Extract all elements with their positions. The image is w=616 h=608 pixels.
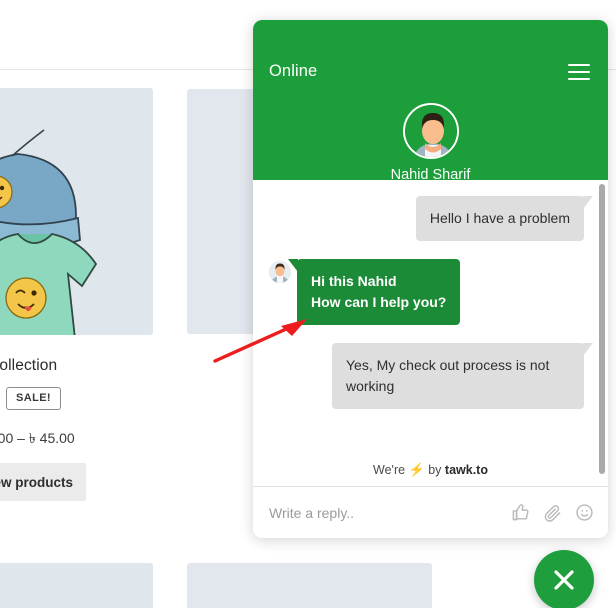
apparel-illustration (0, 88, 153, 335)
chat-message-list: Hello I have a problem Hi this Nahid How… (253, 180, 608, 486)
lightning-bolt-icon: ⚡ (408, 462, 425, 477)
product-title: o Collection (0, 357, 58, 374)
message-bubble: Hello I have a problem (415, 196, 594, 241)
apparel-illustration-2 (0, 563, 153, 608)
chat-status-label: Online (269, 62, 318, 80)
avatar-illustration (404, 105, 457, 157)
message-line-1: Hi this Nahid (311, 273, 397, 289)
product-card-placeholder-2[interactable] (187, 563, 432, 608)
branding-middle: by (428, 463, 442, 477)
hamburger-menu-icon[interactable] (568, 64, 590, 80)
message-row-visitor-1: Hello I have a problem (269, 196, 594, 241)
product-price: 8.00 – ৳ 45.00 (0, 430, 75, 446)
message-bubble: Hi this Nahid How can I help you? (287, 259, 461, 325)
sale-badge: SALE! (6, 387, 61, 410)
message-row-agent-1: Hi this Nahid How can I help you? (269, 259, 592, 325)
agent-avatar (402, 103, 459, 159)
message-bubble: Yes, My check out process is not working (332, 343, 593, 409)
reply-input[interactable] (269, 504, 511, 521)
agent-identity: Nahid Sharif (253, 103, 608, 183)
paperclip-icon[interactable] (543, 503, 562, 522)
chat-close-button[interactable] (534, 550, 594, 608)
view-products-button[interactable]: ew products (0, 463, 86, 501)
chat-header: Online Nahid Sharif (253, 20, 608, 183)
chat-widget: Online Nahid Sharif Hello I have a probl… (253, 20, 608, 538)
close-icon (554, 570, 574, 590)
thumbs-up-icon[interactable] (511, 503, 530, 522)
branding-footer: We're ⚡ by tawk.to (253, 462, 608, 478)
chat-scrollbar[interactable] (599, 184, 605, 474)
branding-prefix: We're (373, 463, 406, 477)
message-line-2: How can I help you? (311, 294, 447, 310)
smiley-icon[interactable] (575, 503, 594, 522)
chat-input-bar (253, 486, 608, 538)
product-card-image-2[interactable] (0, 563, 153, 608)
input-icon-group (511, 503, 594, 522)
product-card-image[interactable] (0, 88, 153, 335)
screenshot-root: o Collection SALE! 8.00 – ৳ 45.00 ew pro… (0, 0, 616, 608)
message-row-visitor-2: Yes, My check out process is not working (269, 343, 593, 409)
branding-brand[interactable]: tawk.to (445, 463, 488, 477)
